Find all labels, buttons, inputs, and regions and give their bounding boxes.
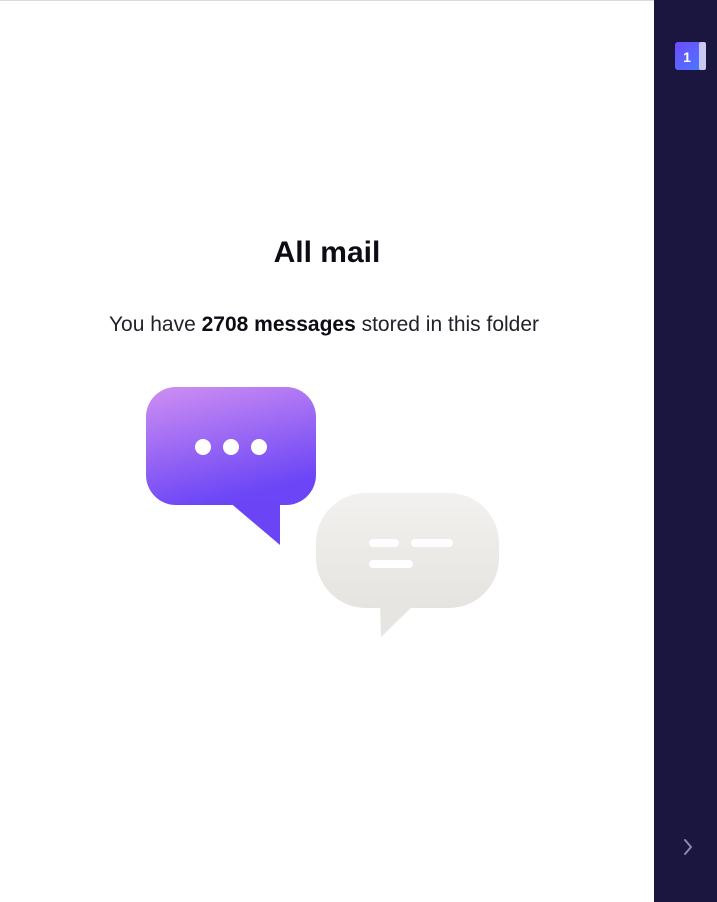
typing-dot-3 [251,439,267,455]
typing-dot-1 [195,439,211,455]
chat-bubbles-icon [140,383,510,643]
message-count: 2708 messages [201,313,356,336]
calendar-icon[interactable]: 1 [675,42,706,70]
summary-prefix: You have [108,313,202,336]
folder-summary: You have 2708 messages stored in this fo… [0,312,648,338]
calendar-day-number: 1 [683,49,691,65]
gray-chat-bubble [316,493,499,637]
purple-chat-bubble [146,387,316,545]
summary-suffix: stored in this folder [355,313,540,336]
chevron-right-icon[interactable] [681,836,695,858]
folder-title: All mail [273,236,381,269]
right-sidebar: 1 [654,0,717,902]
mail-app: All mail You have 2708 messages stored i… [0,0,717,902]
folder-empty-state: All mail You have 2708 messages stored i… [0,0,654,902]
typing-dot-2 [223,439,239,455]
